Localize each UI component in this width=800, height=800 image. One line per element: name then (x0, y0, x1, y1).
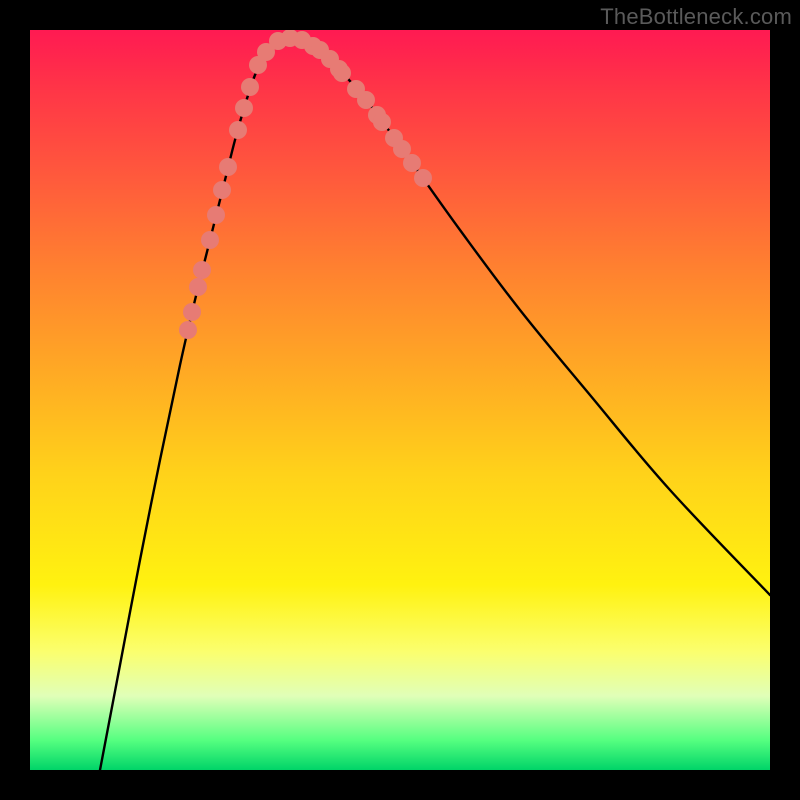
data-point (368, 106, 386, 124)
data-point (201, 231, 219, 249)
data-point (213, 181, 231, 199)
data-point (403, 154, 421, 172)
data-point (219, 158, 237, 176)
data-point (193, 261, 211, 279)
data-point (330, 60, 348, 78)
data-point (207, 206, 225, 224)
highlighted-points (179, 30, 432, 339)
data-point (189, 278, 207, 296)
data-point (257, 43, 275, 61)
data-point (393, 140, 411, 158)
data-point (311, 41, 329, 59)
data-point (373, 113, 391, 131)
data-point (281, 30, 299, 47)
data-point (249, 56, 267, 74)
data-point (333, 64, 351, 82)
data-point (183, 303, 201, 321)
data-point (293, 31, 311, 49)
watermark-text: TheBottleneck.com (600, 4, 792, 30)
data-point (229, 121, 247, 139)
data-point (357, 91, 375, 109)
data-point (304, 37, 322, 55)
data-point (321, 50, 339, 68)
data-point (241, 78, 259, 96)
data-point (347, 80, 365, 98)
chart-stage: TheBottleneck.com (0, 0, 800, 800)
data-point (269, 32, 287, 50)
data-point (414, 169, 432, 187)
bottleneck-curve (100, 37, 770, 770)
data-point (235, 99, 253, 117)
plot-area (30, 30, 770, 770)
curve-svg (30, 30, 770, 770)
data-point (385, 129, 403, 147)
data-point (179, 321, 197, 339)
